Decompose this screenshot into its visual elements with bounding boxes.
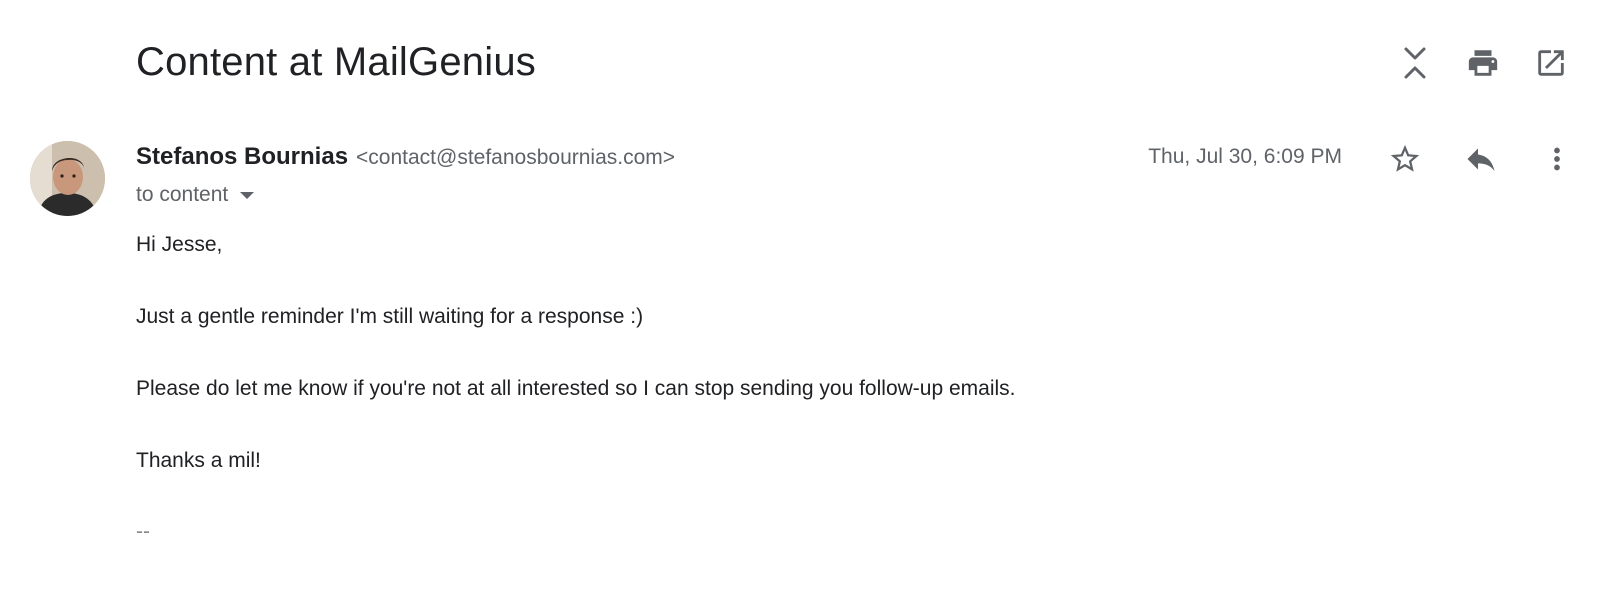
sender-line: Stefanos Bournias <contact@stefanosbourn… xyxy=(136,143,675,171)
more-vert-icon xyxy=(1554,147,1560,171)
open-in-new-window-button[interactable] xyxy=(1526,40,1576,86)
body-paragraph: Please do let me know if you're not at a… xyxy=(136,377,1016,400)
email-subject: Content at MailGenius xyxy=(136,40,536,84)
sender-photo-icon xyxy=(30,141,105,216)
sender-email[interactable]: <contact@stefanosbournias.com> xyxy=(356,146,675,170)
collapse-all-button[interactable] xyxy=(1390,40,1440,86)
open-in-new-window-icon xyxy=(1538,50,1564,76)
avatar[interactable] xyxy=(30,141,105,216)
message-date: Thu, Jul 30, 6:09 PM xyxy=(1148,145,1342,168)
star-icon xyxy=(1390,144,1420,172)
thread-toolbar xyxy=(1390,40,1576,86)
recipient-line: to content xyxy=(136,183,255,207)
recipient-label: to content xyxy=(136,183,229,206)
body-greeting: Hi Jesse, xyxy=(136,233,223,256)
reply-button[interactable] xyxy=(1456,136,1506,182)
body-closing: Thanks a mil! xyxy=(136,449,261,472)
message-actions xyxy=(1380,136,1582,182)
reply-icon xyxy=(1467,148,1495,171)
sender-name[interactable]: Stefanos Bournias xyxy=(136,143,348,171)
collapse-all-icon xyxy=(1404,47,1426,79)
more-options-button[interactable] xyxy=(1532,136,1582,182)
body-paragraph: Just a gentle reminder I'm still waiting… xyxy=(136,305,644,328)
message-body: Hi Jesse, Just a gentle reminder I'm sti… xyxy=(136,232,1536,544)
print-icon xyxy=(1468,50,1498,76)
show-details-dropdown[interactable] xyxy=(240,191,255,199)
star-button[interactable] xyxy=(1380,136,1430,182)
print-button[interactable] xyxy=(1458,40,1508,86)
signature-separator: -- xyxy=(136,520,150,543)
